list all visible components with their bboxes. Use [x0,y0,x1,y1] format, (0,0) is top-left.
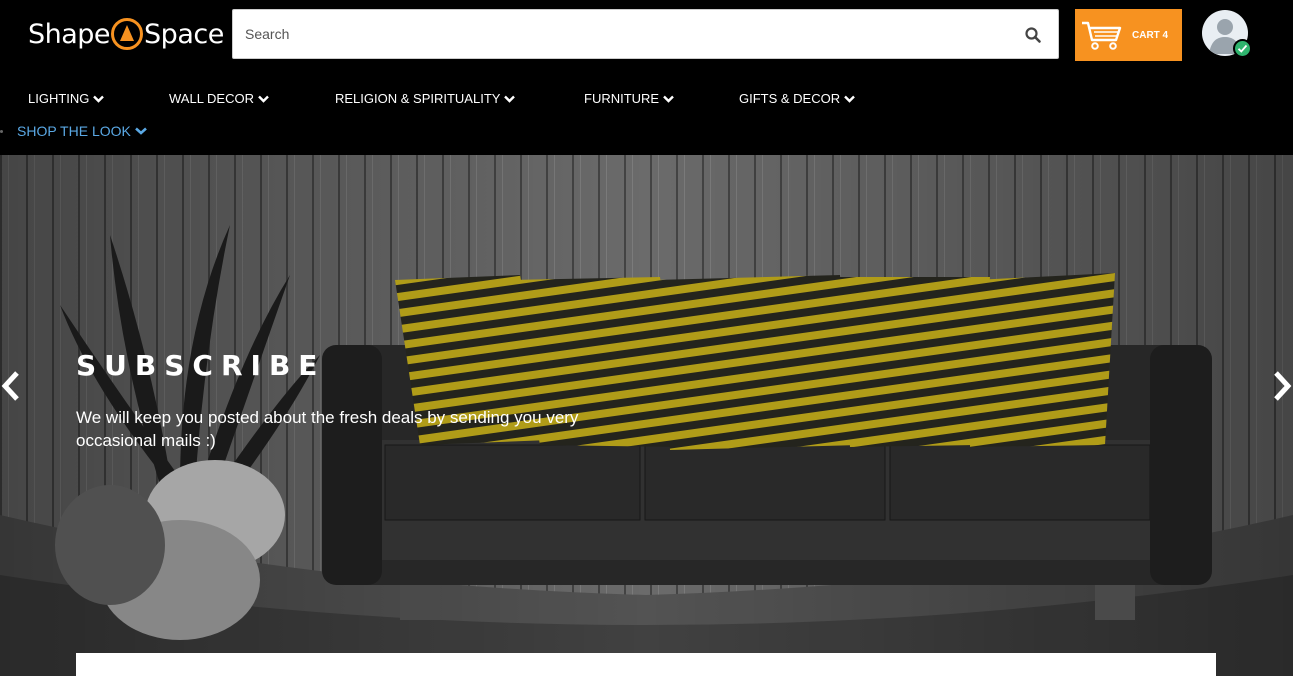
nav-item-lighting[interactable]: LIGHTING [28,91,105,106]
chevron-right-icon[interactable] [1271,369,1293,403]
chevron-down-icon [504,95,516,103]
cart-label: CART 4 [1132,29,1169,41]
chevron-down-icon [663,95,674,103]
nav-item-label: RELIGION & SPIRITUALITY [335,91,501,106]
brand-logo[interactable]: Shape Space [28,15,224,53]
brand-a-mark-icon [111,18,144,50]
check-icon [1233,39,1252,58]
nav-item-label: SHOP THE LOOK [17,123,131,139]
hero-title: SUBSCRIBE [76,349,326,382]
search-box [232,9,1059,59]
nav-item-wall-decor[interactable]: WALL DECOR [169,91,269,106]
chevron-down-icon [93,95,105,103]
search-input[interactable] [245,10,1005,58]
chevron-left-icon[interactable] [0,369,22,403]
nav-item-furniture[interactable]: FURNITURE [584,91,674,106]
cart-button[interactable]: CART 4 [1075,9,1182,61]
nav-item-religion-spirituality[interactable]: RELIGION & SPIRITUALITY [335,91,516,106]
search-icon[interactable] [1024,26,1042,44]
nav-item-label: GIFTS & DECOR [739,91,841,106]
brand-name-right: Space [144,18,224,50]
nav-item-label: WALL DECOR [169,91,254,106]
nav-item-label: LIGHTING [28,91,90,106]
hero-banner: SUBSCRIBE We will keep you posted about … [0,155,1293,676]
chevron-down-icon [258,95,269,103]
list-bullet [0,130,3,133]
site-header: Shape Space CART 4 LIGHTING [0,0,1293,155]
hero-description: We will keep you posted about the fresh … [76,408,579,450]
chevron-down-icon [134,127,147,135]
chevron-down-icon [844,95,855,103]
nav-item-gifts-decor[interactable]: GIFTS & DECOR [739,91,855,106]
nav-item-label: FURNITURE [584,91,660,106]
brand-name-left: Shape [28,18,111,50]
cart-icon [1082,21,1122,50]
nav-item-shop-the-look[interactable]: SHOP THE LOOK [17,123,147,139]
subscribe-form-panel [76,653,1216,676]
